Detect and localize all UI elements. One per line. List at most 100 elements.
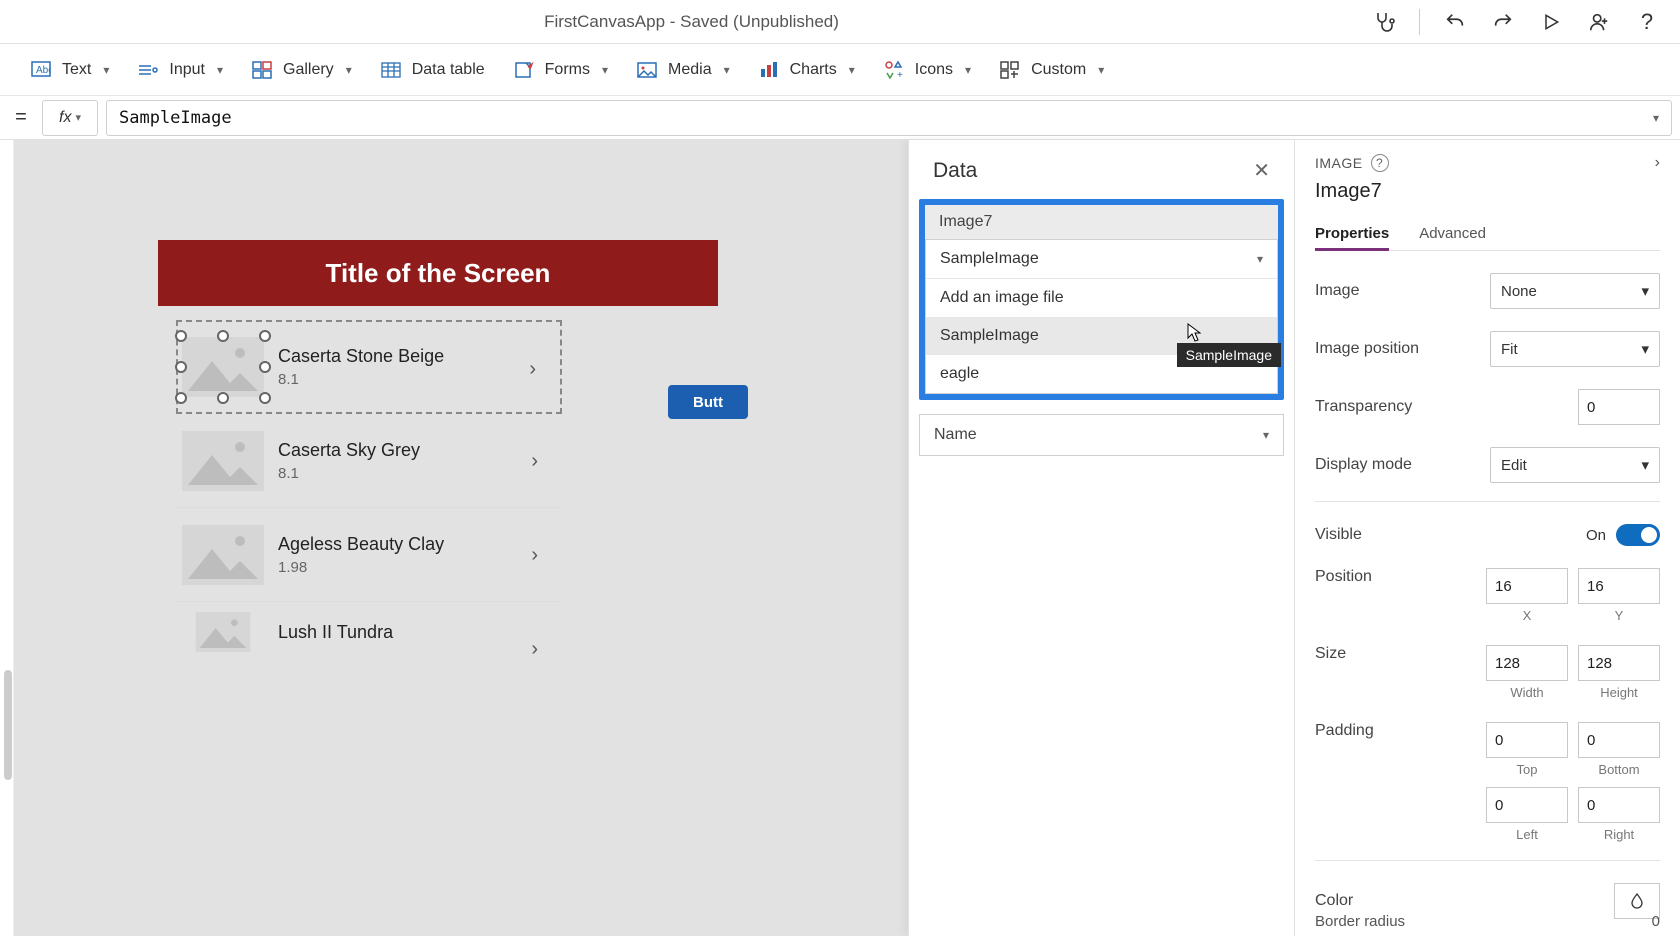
ribbon-custom-label: Custom [1031, 61, 1086, 79]
ribbon-datatable-label: Data table [412, 61, 485, 79]
ribbon-media-label: Media [668, 61, 712, 79]
chevron-down-icon [1263, 428, 1269, 442]
gallery-item[interactable]: Ageless Beauty Clay 1.98 › [176, 508, 562, 602]
ribbon-icons-label: Icons [915, 61, 953, 79]
ribbon-text[interactable]: Abc Text [30, 59, 109, 81]
chevron-right-icon[interactable]: › [529, 358, 536, 381]
prop-size-h[interactable] [1578, 645, 1660, 681]
prop-imgpos-select[interactable]: Fit [1490, 331, 1660, 367]
svg-text:+: + [897, 70, 903, 80]
prop-pad-left[interactable] [1486, 787, 1568, 823]
prop-image-label: Image [1315, 282, 1359, 300]
prop-visible-label: Visible [1315, 526, 1362, 544]
help-icon[interactable]: ? [1634, 9, 1660, 35]
prop-trans-label: Transparency [1315, 398, 1412, 416]
sublabel-y: Y [1578, 608, 1660, 623]
input-icon [137, 59, 159, 81]
gallery-item-subtitle: 1.98 [278, 559, 444, 576]
control-name: Image7 [1315, 180, 1660, 203]
image-dropdown[interactable]: SampleImage Add an image file SampleImag… [925, 239, 1278, 394]
help-icon[interactable]: ? [1371, 154, 1389, 172]
gallery-item-title: Caserta Stone Beige [278, 346, 444, 367]
prop-disp-value: Edit [1501, 457, 1527, 474]
data-pane-title: Data [933, 159, 977, 183]
left-rail [0, 140, 14, 936]
prop-radius-value: 0 [1652, 913, 1660, 930]
gallery-item[interactable]: Lush II Tundra › [176, 602, 562, 662]
prop-trans-input[interactable] [1578, 389, 1660, 425]
datatable-icon [380, 59, 402, 81]
prop-padding-label: Padding [1315, 722, 1374, 740]
tab-properties[interactable]: Properties [1315, 217, 1389, 250]
dropdown-list: Add an image file SampleImage SampleImag… [926, 278, 1277, 393]
dropdown-option[interactable]: SampleImage SampleImage [926, 317, 1277, 355]
sublabel-height: Height [1578, 685, 1660, 700]
text-icon: Abc [30, 59, 52, 81]
ribbon-forms-label: Forms [545, 61, 590, 79]
control-type-label: IMAGE [1315, 155, 1363, 171]
prop-visible-toggle[interactable]: On [1586, 524, 1660, 546]
left-scrollbar[interactable] [4, 670, 12, 780]
ribbon-media[interactable]: Media [636, 59, 730, 81]
sublabel-left: Left [1486, 827, 1568, 842]
prop-pos-x[interactable] [1486, 568, 1568, 604]
svg-text:Abc: Abc [36, 65, 51, 76]
prop-radius-label: Border radius [1315, 913, 1405, 930]
app-title: FirstCanvasApp - Saved (Unpublished) [12, 12, 1371, 32]
chevron-right-icon[interactable]: › [531, 450, 538, 473]
chevron-down-icon [1257, 252, 1263, 266]
prop-position-label: Position [1315, 568, 1372, 586]
data-highlight-box: Image7 SampleImage Add an image file Sam… [919, 199, 1284, 400]
canvas[interactable]: Title of the Screen Butt [14, 140, 908, 936]
formula-expand-icon[interactable] [1653, 111, 1659, 125]
ribbon-gallery[interactable]: Gallery [251, 59, 352, 81]
ribbon-input-label: Input [169, 61, 205, 79]
gallery-item[interactable]: Caserta Sky Grey 8.1 › [176, 414, 562, 508]
screen-title: Title of the Screen [158, 240, 718, 306]
fx-label: fx [59, 109, 71, 127]
image-placeholder-icon [182, 612, 264, 652]
redo-icon[interactable] [1490, 9, 1516, 35]
close-icon[interactable]: ✕ [1253, 158, 1270, 183]
prop-pad-top[interactable] [1486, 722, 1568, 758]
icons-icon: + [883, 59, 905, 81]
ribbon-gallery-label: Gallery [283, 61, 334, 79]
properties-pane: IMAGE ? › Image7 Properties Advanced Ima… [1294, 140, 1680, 936]
fx-button[interactable]: fx [42, 100, 98, 136]
user-icon[interactable] [1586, 9, 1612, 35]
image-placeholder-icon[interactable] [182, 337, 264, 397]
sublabel-right: Right [1578, 827, 1660, 842]
prop-pos-y[interactable] [1578, 568, 1660, 604]
formula-input[interactable]: SampleImage [106, 100, 1672, 136]
ribbon-custom[interactable]: Custom [999, 59, 1104, 81]
prop-disp-select[interactable]: Edit [1490, 447, 1660, 483]
dropdown-option[interactable]: eagle [926, 355, 1277, 393]
equals-label: = [8, 106, 34, 129]
ribbon-datatable[interactable]: Data table [380, 59, 485, 81]
media-icon [636, 59, 658, 81]
tab-advanced[interactable]: Advanced [1419, 217, 1486, 250]
ribbon-charts-label: Charts [790, 61, 837, 79]
name-dropdown[interactable]: Name [919, 414, 1284, 456]
undo-icon[interactable] [1442, 9, 1468, 35]
dropdown-option[interactable]: Add an image file [926, 279, 1277, 317]
titlebar-actions: ? [1371, 9, 1668, 35]
gallery-item-subtitle: 8.1 [278, 465, 420, 482]
chevron-right-icon[interactable]: › [531, 638, 538, 661]
prop-pad-right[interactable] [1578, 787, 1660, 823]
prop-image-value: None [1501, 283, 1537, 300]
chevron-right-icon[interactable]: › [1655, 154, 1660, 172]
ribbon-forms[interactable]: Forms [513, 59, 608, 81]
gallery-item[interactable]: Caserta Stone Beige 8.1 › [176, 320, 562, 414]
chevron-right-icon[interactable]: › [531, 544, 538, 567]
ribbon-charts[interactable]: Charts [758, 59, 855, 81]
ribbon-icons[interactable]: + Icons [883, 59, 971, 81]
prop-image-select[interactable]: None [1490, 273, 1660, 309]
forms-icon [513, 59, 535, 81]
stethoscope-icon[interactable] [1371, 9, 1397, 35]
play-icon[interactable] [1538, 9, 1564, 35]
ribbon-text-label: Text [62, 61, 91, 79]
prop-size-w[interactable] [1486, 645, 1568, 681]
prop-pad-bottom[interactable] [1578, 722, 1660, 758]
ribbon-input[interactable]: Input [137, 59, 223, 81]
